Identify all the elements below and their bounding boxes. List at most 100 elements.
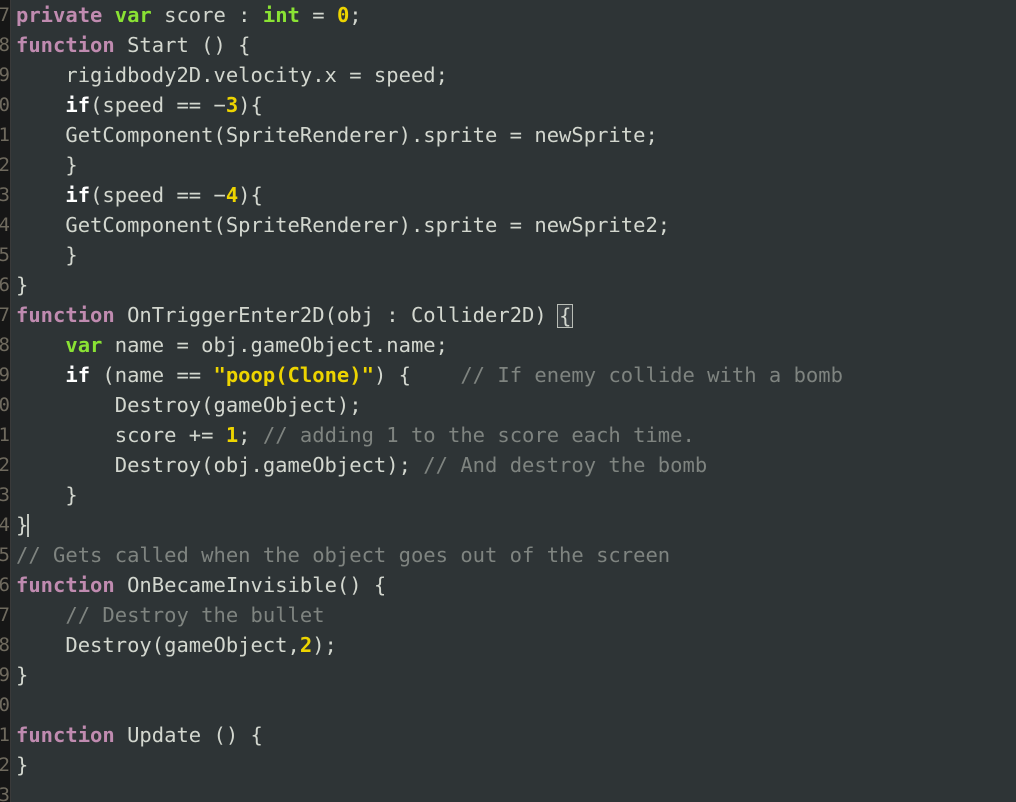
keyword-token: function [16,33,115,57]
code-line[interactable]: if (name == "poop(Clone)") { // If enemy… [16,360,1016,390]
line-number: 24 [0,514,10,536]
comment-token: // Destroy the bullet [65,603,325,627]
code-token: } [16,153,78,177]
control-keyword-token: if [65,93,91,117]
code-line[interactable]: var name = obj.gameObject.name; [16,330,1016,360]
code-token: ); [312,633,337,657]
number-token: 0 [336,3,350,27]
code-line[interactable]: function OnBecameInvisible() { [16,570,1016,600]
comment-token: // If enemy collide with a bomb [460,363,843,387]
type-token: var [114,3,152,27]
code-token: Update () { [114,723,263,747]
string-token: "poop(Clone)" [213,363,374,387]
line-number-list: 7 8 9 10 11 12 13 14 15 16 17 18 19 20 21 22 23 24 25 26 27 2… [0,0,10,802]
bracket-match-highlight: { [557,304,574,328]
code-line[interactable]: } [16,150,1016,180]
keyword-token: private [16,3,103,27]
code-line[interactable]: function OnTriggerEnter2D(obj : Collider… [16,300,1016,330]
type-token: var [65,333,103,357]
type-token: int [262,3,300,27]
line-number: 20 [0,394,10,416]
code-token: (speed == − [90,93,226,117]
code-line[interactable]: function Update () { [16,720,1016,750]
line-number: 22 [0,454,10,476]
line-number: 23 [0,484,10,506]
code-line[interactable]: } [16,480,1016,510]
keyword-token: function [16,303,115,327]
code-line[interactable]: function Start () { [16,30,1016,60]
code-token: } [16,753,29,777]
code-token: ){ [238,93,263,117]
line-number: 26 [0,574,10,596]
line-number: 8 [0,34,10,56]
code-token: } [16,663,29,687]
code-line[interactable]: } [16,660,1016,690]
control-keyword-token: if [65,363,91,387]
code-line[interactable]: if(speed == −3){ [16,90,1016,120]
code-line[interactable] [16,780,1016,802]
line-number: 7 [0,4,10,26]
line-number: 29 [0,664,10,686]
code-token: ){ [238,183,263,207]
code-line[interactable]: rigidbody2D.velocity.x = speed; [16,60,1016,90]
line-number: 17 [0,304,10,326]
code-text-area[interactable]: private var score : int = 0; function Sta… [11,0,1016,802]
line-number-gutter[interactable]: 7 8 9 10 11 12 13 14 15 16 17 18 19 20 21 22 23 24 25 26 27 2… [0,0,11,802]
code-token: OnBecameInvisible() { [114,573,387,597]
code-token: score : [151,3,263,27]
line-number: 31 [0,724,10,746]
line-number: 13 [0,184,10,206]
line-number: 19 [0,364,10,386]
code-line[interactable]: Destroy(gameObject); [16,390,1016,420]
code-line[interactable]: // Destroy the bullet [16,600,1016,630]
line-number: 28 [0,634,10,656]
code-token: name = obj.gameObject.name; [102,333,448,357]
number-token: 1 [225,423,239,447]
code-line[interactable]: } [16,750,1016,780]
comment-token: // Gets called when the object goes out … [16,543,671,567]
line-number: 27 [0,604,10,626]
comment-token: // And destroy the bomb [423,453,708,477]
comment-token: // adding 1 to the score each time. [262,423,695,447]
line-number: 33 [0,784,10,802]
code-token: Destroy(gameObject, [16,633,300,657]
code-token: Start () { [114,33,251,57]
line-number: 21 [0,424,10,446]
code-line[interactable]: // Gets called when the object goes out … [16,540,1016,570]
code-token: ) { [373,363,461,387]
code-editor[interactable]: 7891011121314151617181920212223242526272… [0,0,1016,802]
code-line[interactable]: Destroy(obj.gameObject); // And destroy … [16,450,1016,480]
line-number: 18 [0,334,10,356]
code-line[interactable]: score += 1; // adding 1 to the score eac… [16,420,1016,450]
line-number: 12 [0,154,10,176]
code-line[interactable]: GetComponent(SpriteRenderer).sprite = ne… [16,120,1016,150]
code-line[interactable]: if(speed == −4){ [16,180,1016,210]
code-line[interactable]: GetComponent(SpriteRenderer).sprite = ne… [16,210,1016,240]
code-token: Destroy(obj.gameObject); [16,453,424,477]
code-token: rigidbody2D.velocity.x = speed; [16,63,448,87]
code-line[interactable]: } [16,270,1016,300]
code-line[interactable]: } [16,510,1016,540]
code-token: (speed == − [90,183,226,207]
code-line[interactable]: Destroy(gameObject,2); [16,630,1016,660]
number-token: 4 [225,183,239,207]
line-number: 10 [0,94,10,116]
code-line[interactable] [16,690,1016,720]
code-token: } [16,273,29,297]
code-token: ; [238,423,263,447]
number-token: 2 [299,633,313,657]
line-number: 15 [0,244,10,266]
code-line[interactable]: } [16,240,1016,270]
code-line[interactable]: private var score : int = 0; [16,0,1016,30]
code-token: (name == [90,363,214,387]
line-number: 25 [0,544,10,566]
code-token: ; [349,3,362,27]
number-token: 3 [225,93,239,117]
line-number: 11 [0,124,10,146]
code-token: = [299,3,337,27]
code-token: GetComponent(SpriteRenderer).sprite = ne… [16,123,658,147]
